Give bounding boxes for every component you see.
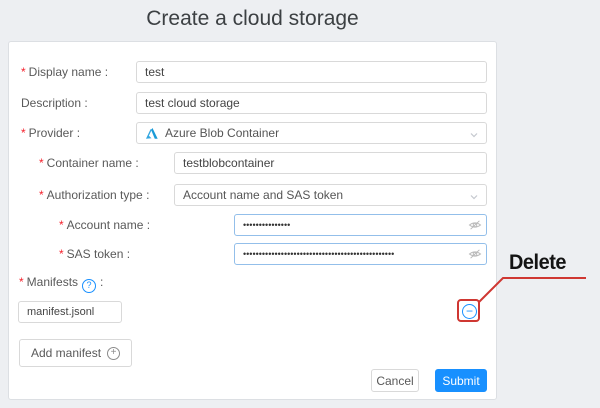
help-icon[interactable]: ? (82, 279, 96, 293)
submit-button[interactable]: Submit (435, 369, 487, 392)
container-name-input[interactable] (174, 152, 487, 174)
description-label: Description : (21, 96, 88, 110)
required-mark: * (39, 156, 44, 170)
eye-off-icon[interactable] (468, 247, 482, 261)
required-mark: * (59, 218, 64, 232)
create-form-panel: *Display name : Description : *Provider … (8, 41, 497, 400)
account-name-label: *Account name : (59, 218, 150, 232)
chevron-down-icon (469, 129, 479, 143)
azure-icon (145, 127, 158, 140)
provider-select[interactable]: Azure Blob Container (136, 122, 487, 144)
account-name-input[interactable] (234, 214, 487, 236)
create-cloud-storage-page: { "title": "Create a cloud storage", "fo… (0, 0, 600, 408)
manifests-label: *Manifests?: (19, 275, 103, 293)
chevron-down-icon (469, 191, 479, 205)
authorization-type-value: Account name and SAS token (183, 188, 343, 202)
page-title: Create a cloud storage (0, 7, 505, 31)
description-input[interactable] (136, 92, 487, 114)
provider-label: *Provider : (21, 126, 80, 140)
required-mark: * (59, 247, 64, 261)
display-name-input[interactable] (136, 61, 487, 83)
delete-annotation-label: Delete (509, 251, 566, 275)
add-manifest-button[interactable]: Add manifest + (19, 339, 132, 367)
delete-manifest-button[interactable]: − (462, 304, 477, 319)
manifest-input[interactable] (18, 301, 122, 323)
authorization-type-label: *Authorization type : (39, 188, 149, 202)
required-mark: * (19, 275, 24, 289)
container-name-label: *Container name : (39, 156, 139, 170)
sas-token-input[interactable] (234, 243, 487, 265)
display-name-label: *Display name : (21, 65, 108, 79)
provider-value: Azure Blob Container (165, 126, 279, 140)
cancel-button[interactable]: Cancel (371, 369, 419, 392)
sas-token-label: *SAS token : (59, 247, 130, 261)
minus-icon: − (466, 304, 473, 318)
required-mark: * (21, 65, 26, 79)
eye-off-icon[interactable] (468, 218, 482, 232)
required-mark: * (21, 126, 26, 140)
plus-circle-icon: + (107, 347, 120, 360)
required-mark: * (39, 188, 44, 202)
authorization-type-select[interactable]: Account name and SAS token (174, 184, 487, 206)
